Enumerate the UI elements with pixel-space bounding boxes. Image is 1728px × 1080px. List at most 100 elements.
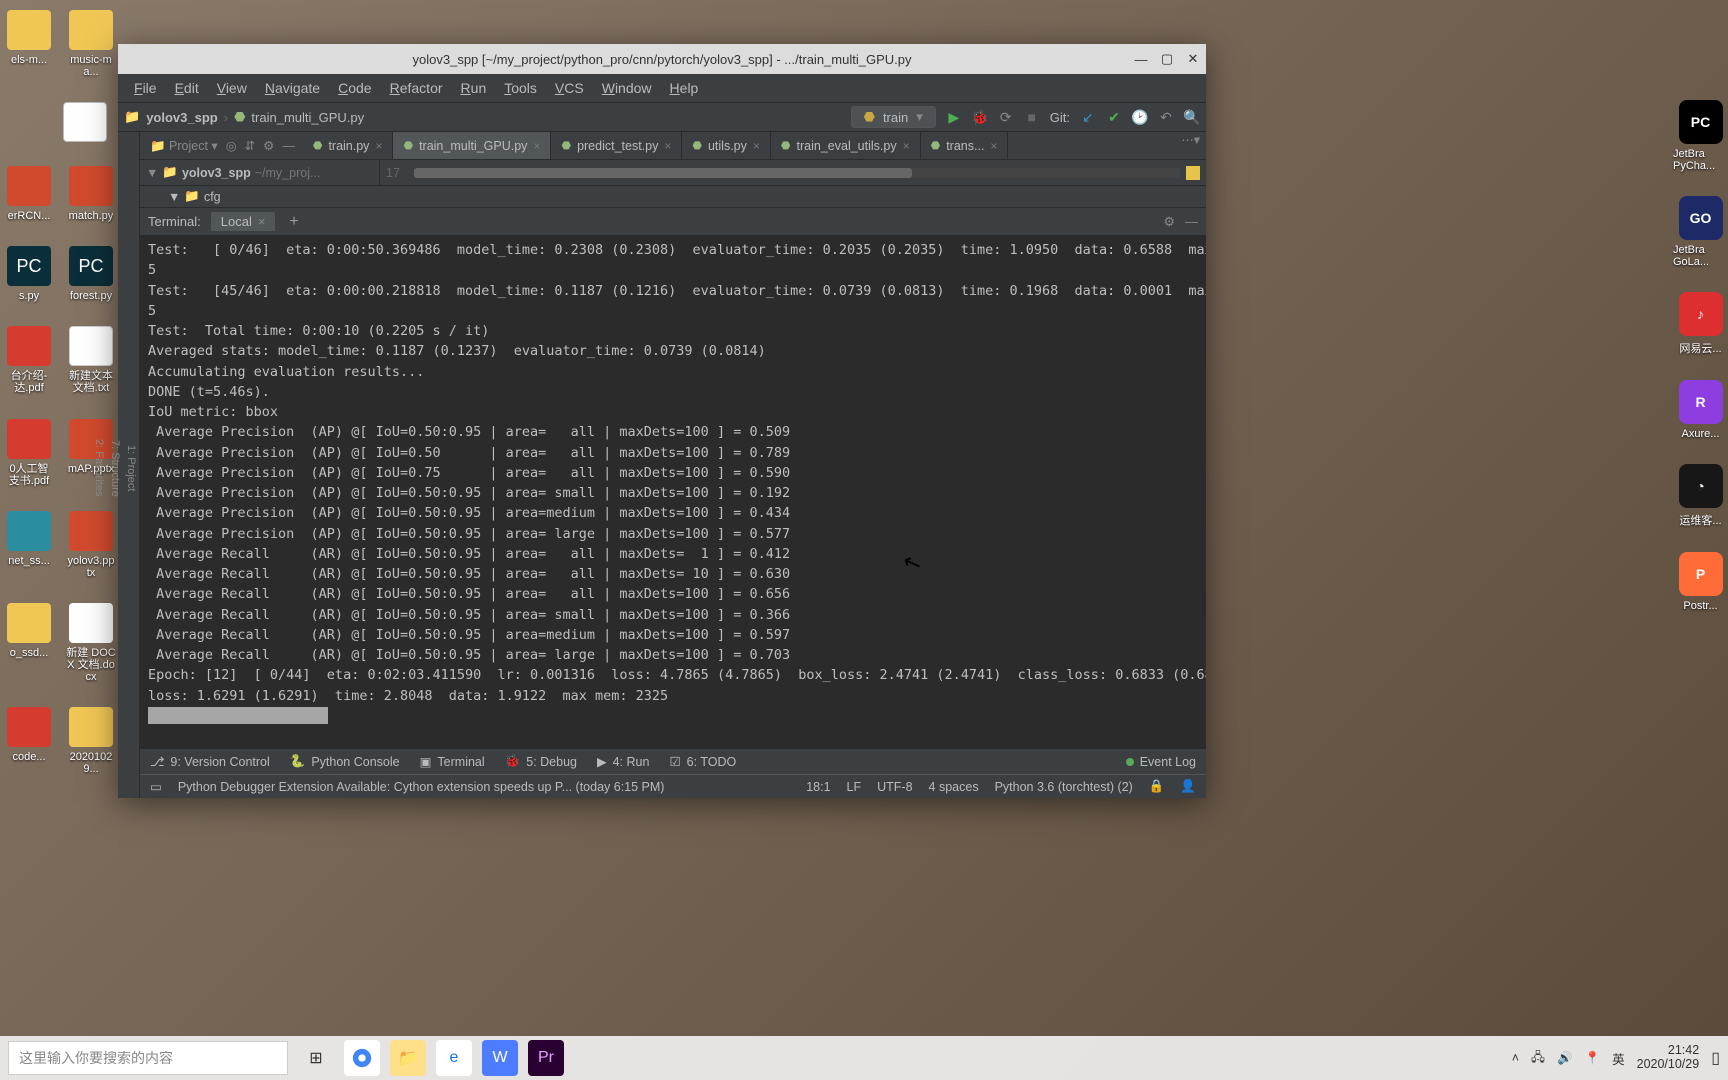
gutter-7-structure[interactable]: 7: Structure [107, 138, 123, 798]
close-icon[interactable]: × [258, 214, 266, 229]
inspector-icon[interactable]: 👤 [1180, 779, 1196, 794]
menu-run[interactable]: Run [455, 78, 493, 98]
stop-icon[interactable]: ■ [1024, 109, 1040, 125]
tray-chevron-icon[interactable]: ˄ [1512, 1051, 1519, 1065]
gear-icon[interactable]: ⚙ [263, 138, 274, 153]
git-history-icon[interactable]: 🕑 [1132, 109, 1148, 125]
run-icon[interactable]: ▶ [946, 109, 962, 125]
close-icon[interactable]: ✕ [1186, 52, 1200, 66]
gutter-2-favorites[interactable]: 2: Favorites [91, 138, 107, 798]
project-root[interactable]: yolov3_spp [182, 166, 251, 180]
interpreter[interactable]: Python 3.6 (torchtest) (2) [995, 780, 1133, 794]
tab-utils-py[interactable]: ⬣utils.py× [682, 132, 771, 159]
tab-predict_test-py[interactable]: ⬣predict_test.py× [551, 132, 682, 159]
hide-icon[interactable]: — [1185, 214, 1198, 230]
collapse-icon[interactable]: ⇵ [245, 138, 255, 153]
gear-icon[interactable]: ⚙ [1163, 214, 1175, 230]
tool-debug[interactable]: 🐞5: Debug [505, 754, 577, 769]
desktop-right-icon[interactable]: ♪网易云... [1679, 292, 1723, 356]
menu-navigate[interactable]: Navigate [259, 78, 326, 98]
tool-version-control[interactable]: ⎇9: Version Control [150, 754, 270, 769]
notification-icon[interactable]: ▭ [150, 779, 162, 794]
desktop-right-icon[interactable]: RAxure... [1679, 380, 1723, 440]
tool-terminal[interactable]: ▣Terminal [420, 754, 485, 769]
run-config-dropdown[interactable]: ⬣ train ▾ [851, 106, 936, 128]
menu-window[interactable]: Window [596, 78, 658, 98]
close-icon[interactable]: × [375, 139, 382, 153]
desktop-icon-code[interactable]: code... [4, 707, 54, 775]
wps-icon[interactable]: W [482, 1040, 518, 1076]
gutter-1-project[interactable]: 1: Project [123, 138, 139, 798]
ime-indicator[interactable]: 英 [1612, 1049, 1625, 1068]
desktop-right-icon[interactable]: ◔运维客... [1679, 464, 1723, 528]
desktop-right-icon[interactable]: GOJetBra GoLa... [1673, 196, 1728, 268]
desktop-right-icon[interactable]: PCJetBra PyCha... [1673, 100, 1728, 172]
warning-indicator[interactable] [1186, 166, 1200, 180]
menu-view[interactable]: View [211, 78, 253, 98]
tab-train-py[interactable]: ⬣train.py× [303, 132, 394, 159]
indent[interactable]: 4 spaces [929, 780, 979, 794]
network-icon[interactable]: 🖧 [1531, 1048, 1545, 1069]
desktop-icon-doc[interactable] [60, 102, 110, 142]
close-icon[interactable]: × [753, 139, 760, 153]
git-revert-icon[interactable]: ↶ [1158, 109, 1174, 125]
coverage-icon[interactable]: ⟳ [998, 109, 1014, 125]
file-explorer-icon[interactable]: 📁 [390, 1040, 426, 1076]
action-center-icon[interactable]: ▯ [1711, 1048, 1720, 1068]
hide-icon[interactable]: — [282, 139, 295, 153]
close-icon[interactable]: × [990, 139, 997, 153]
menu-help[interactable]: Help [664, 78, 705, 98]
breadcrumb-file[interactable]: train_multi_GPU.py [251, 110, 364, 125]
search-input[interactable]: 这里输入你要搜索的内容 [8, 1041, 288, 1075]
terminal-tab-local[interactable]: Local × [211, 212, 276, 231]
clock[interactable]: 21:42 2020/10/29 [1637, 1044, 1700, 1072]
minimize-icon[interactable]: — [1134, 52, 1148, 66]
menu-tools[interactable]: Tools [498, 78, 543, 98]
desktop-icon-music-ma[interactable]: music-ma... [66, 10, 116, 78]
menu-edit[interactable]: Edit [169, 78, 205, 98]
desktop-icon-ai-book[interactable]: 0人工智支书.pdf [4, 419, 54, 487]
caret-position[interactable]: 18:1 [806, 780, 830, 794]
horizontal-scrollbar[interactable] [414, 168, 1180, 178]
tool-event-log[interactable]: Event Log [1126, 755, 1196, 769]
desktop-icon-erRCN[interactable]: erRCN... [4, 166, 54, 222]
breadcrumb-root[interactable]: yolov3_spp [146, 110, 218, 125]
tree-expand-icon[interactable]: ▼ [168, 190, 180, 204]
debug-icon[interactable]: 🐞 [972, 109, 988, 125]
maximize-icon[interactable]: ▢ [1160, 52, 1174, 66]
git-pull-icon[interactable]: ↙ [1080, 109, 1096, 125]
menu-code[interactable]: Code [332, 78, 377, 98]
menu-vcs[interactable]: VCS [549, 78, 590, 98]
project-label[interactable]: 📁 Project ▾ [150, 138, 218, 154]
chrome-icon[interactable] [344, 1040, 380, 1076]
menu-refactor[interactable]: Refactor [384, 78, 449, 98]
desktop-icon-els-m[interactable]: els-m... [4, 10, 54, 78]
add-terminal-icon[interactable]: + [285, 213, 302, 231]
status-message[interactable]: Python Debugger Extension Available: Cyt… [178, 780, 665, 794]
tool-python-console[interactable]: 🐍Python Console [290, 754, 400, 769]
desktop-icon-platform-intro[interactable]: 台介绍-达.pdf [4, 326, 54, 394]
tool-todo[interactable]: ☑6: TODO [669, 754, 736, 769]
desktop-icon-pycharm[interactable]: PCs.py [4, 246, 54, 302]
left-tool-gutter[interactable]: 1: Project7: Structure2: Favorites [118, 132, 140, 798]
tab-train_eval_utils-py[interactable]: ⬣train_eval_utils.py× [771, 132, 921, 159]
volume-icon[interactable]: 🔊 [1557, 1051, 1573, 1066]
close-icon[interactable]: × [533, 139, 540, 153]
tabs-more-icon[interactable]: ⋯▾ [1175, 132, 1206, 159]
premiere-icon[interactable]: Pr [528, 1040, 564, 1076]
titlebar[interactable]: yolov3_spp [~/my_project/python_pro/cnn/… [118, 44, 1206, 74]
line-ending[interactable]: LF [847, 780, 862, 794]
edge-icon[interactable]: e [436, 1040, 472, 1076]
tab-trans-[interactable]: ⬣trans...× [921, 132, 1009, 159]
close-icon[interactable]: × [664, 139, 671, 153]
encoding[interactable]: UTF-8 [877, 780, 912, 794]
git-commit-icon[interactable]: ✔ [1106, 109, 1122, 125]
tool-run[interactable]: ▶4: Run [597, 754, 649, 769]
system-tray[interactable]: ˄ 🖧 🔊 📍 英 21:42 2020/10/29 ▯ [1512, 1044, 1720, 1072]
location-icon[interactable]: 📍 [1585, 1051, 1601, 1066]
desktop-icon-ssd[interactable]: o_ssd... [4, 603, 54, 683]
desktop-right-icon[interactable]: PPostr... [1679, 552, 1723, 612]
menu-file[interactable]: File [128, 78, 163, 98]
lock-icon[interactable]: 🔒 [1149, 779, 1165, 794]
tree-expand-icon[interactable]: ▼ [146, 166, 158, 180]
